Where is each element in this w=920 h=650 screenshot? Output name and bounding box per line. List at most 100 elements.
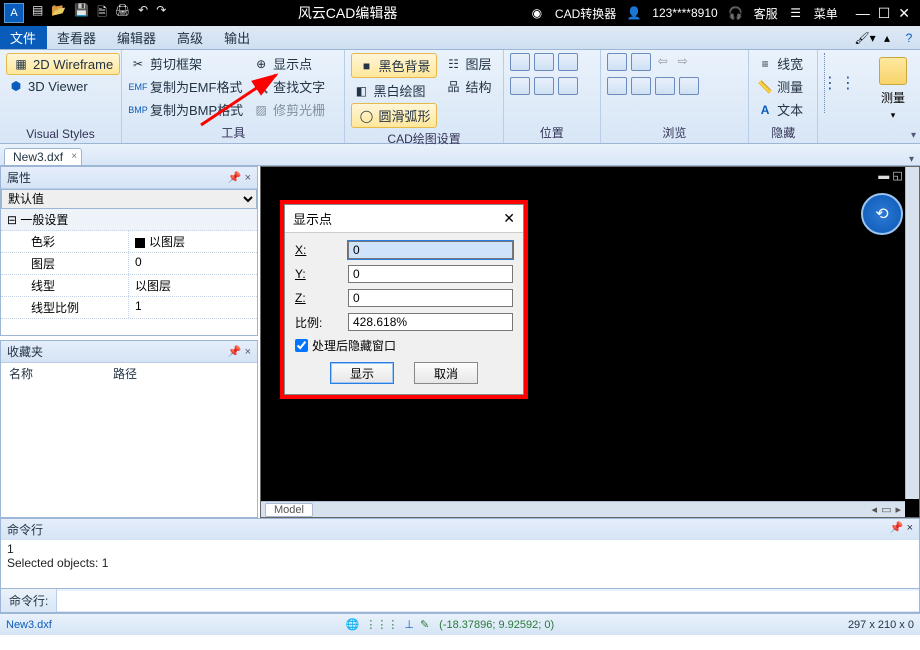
- support-label[interactable]: 客服: [754, 5, 778, 22]
- menu-icon[interactable]: ☰: [788, 5, 804, 21]
- maximize-button[interactable]: ☐: [878, 5, 891, 22]
- structure-icon: 品: [445, 79, 461, 95]
- open-icon[interactable]: 📂: [51, 3, 66, 24]
- cmd-measure[interactable]: 📏测量: [755, 76, 805, 97]
- viewcube-button[interactable]: ⟲: [861, 193, 903, 235]
- show-button[interactable]: 显示: [330, 362, 394, 384]
- group-tools: 工具: [128, 122, 338, 141]
- user-label: 123****8910: [652, 6, 717, 20]
- properties-preset-select[interactable]: 默认值: [1, 189, 257, 209]
- input-z[interactable]: [348, 289, 513, 307]
- style-dropdown-icon[interactable]: 🖌▾: [854, 26, 876, 49]
- zoom-window-icon[interactable]: [510, 53, 530, 71]
- checkbox-hide-after[interactable]: [295, 339, 308, 352]
- pin-icon[interactable]: 📌 ×: [228, 171, 251, 184]
- tab-close-icon[interactable]: ×: [71, 151, 77, 162]
- cmd-black-bg[interactable]: ■黑色背景: [351, 53, 437, 78]
- input-x[interactable]: [348, 241, 513, 259]
- vertical-scrollbar[interactable]: [905, 167, 919, 499]
- measure-big-icon: [879, 57, 907, 85]
- status-globe-icon[interactable]: 🌐: [346, 618, 360, 631]
- hscroll-right-icon[interactable]: ▸: [895, 503, 901, 516]
- zoom-realtime-icon[interactable]: [558, 77, 578, 95]
- app-icon[interactable]: A: [4, 3, 24, 23]
- cmd-copy-emf[interactable]: EMF复制为EMF格式: [128, 76, 245, 97]
- status-ortho-icon[interactable]: ⊥: [404, 618, 414, 631]
- nav-orbit-icon[interactable]: [607, 77, 627, 95]
- menu-label[interactable]: 菜单: [814, 5, 838, 22]
- hscroll-track[interactable]: ▭: [881, 503, 891, 516]
- ribbon: ▦2D Wireframe ⬢3D Viewer Visual Styles ✂…: [0, 50, 920, 144]
- status-snap-icon[interactable]: ✎: [420, 618, 429, 631]
- props-section: ⊟ 一般设置: [7, 213, 68, 227]
- print-icon[interactable]: 🖨: [115, 3, 130, 24]
- search-icon: 🔍: [253, 79, 269, 95]
- menu-tab-viewer[interactable]: 查看器: [47, 26, 107, 49]
- prop-linetype-value[interactable]: 以图层: [129, 275, 257, 296]
- prop-color-value[interactable]: 以图层: [129, 231, 257, 252]
- cmd-layers[interactable]: ☷图层: [443, 53, 493, 74]
- nav-pan-icon[interactable]: [631, 53, 651, 71]
- hscroll-left-icon[interactable]: ◂: [872, 503, 878, 516]
- dialog-close-icon[interactable]: ✕: [503, 210, 515, 227]
- command-log[interactable]: 1 Selected objects: 1: [1, 540, 919, 588]
- cmd-3d-viewer[interactable]: ⬢3D Viewer: [6, 77, 120, 95]
- menu-tab-file[interactable]: 文件: [0, 26, 47, 49]
- cmd-show-point[interactable]: ⊕显示点: [251, 53, 327, 74]
- convert-label[interactable]: CAD转换器: [555, 5, 616, 22]
- user-icon[interactable]: 👤: [626, 5, 642, 21]
- model-tab[interactable]: Model: [265, 503, 313, 517]
- redo-icon[interactable]: ↷: [156, 3, 166, 24]
- zoom-out-icon[interactable]: [510, 77, 530, 95]
- input-y[interactable]: [348, 265, 513, 283]
- cmd-2d-wireframe[interactable]: ▦2D Wireframe: [6, 53, 120, 75]
- cmd-smooth-arc[interactable]: ◯圆滑弧形: [351, 103, 437, 128]
- status-grid-icon[interactable]: ⋮⋮⋮: [365, 618, 398, 631]
- tabs-overflow-icon[interactable]: ▾: [903, 154, 920, 165]
- new-icon[interactable]: ▤: [32, 3, 43, 24]
- blackbg-icon: ■: [358, 58, 374, 74]
- undo-icon[interactable]: ↶: [138, 3, 148, 24]
- zoom-in-icon[interactable]: [558, 53, 578, 71]
- headset-icon[interactable]: 🎧: [728, 5, 744, 21]
- cmd-measure-big[interactable]: 测量 ▾: [872, 53, 914, 123]
- arrow-right-icon[interactable]: ⇨: [675, 53, 691, 69]
- pin-icon[interactable]: 📌 ×: [890, 521, 913, 538]
- convert-icon[interactable]: ◉: [529, 5, 545, 21]
- ribbon-minimize-icon[interactable]: ▴: [876, 26, 898, 49]
- document-tab[interactable]: New3.dxf ×: [4, 148, 82, 165]
- save-icon[interactable]: 💾: [74, 3, 89, 24]
- prop-linescale-value[interactable]: 1: [129, 297, 257, 318]
- bmp-icon: BMP: [130, 102, 146, 118]
- menu-tab-advanced[interactable]: 高级: [167, 26, 214, 49]
- nav-3d-icon[interactable]: [631, 77, 651, 95]
- menu-tab-output[interactable]: 输出: [214, 26, 261, 49]
- command-title: 命令行: [7, 521, 43, 538]
- nav-view-icon[interactable]: [655, 77, 675, 95]
- help-icon[interactable]: ?: [898, 26, 920, 49]
- command-input[interactable]: [57, 591, 919, 611]
- arrow-left-icon[interactable]: ⇦: [655, 53, 671, 69]
- minimize-button[interactable]: —: [856, 5, 870, 22]
- cmd-structure[interactable]: 品结构: [443, 76, 493, 97]
- status-filename: New3.dxf: [6, 619, 52, 631]
- prop-layer-value[interactable]: 0: [129, 253, 257, 274]
- nav-zoomfit-icon[interactable]: [607, 53, 627, 71]
- nav-home-icon[interactable]: [679, 77, 699, 95]
- saveas-icon[interactable]: 🗎: [97, 3, 107, 24]
- cmd-copy-bmp[interactable]: BMP复制为BMP格式: [128, 99, 245, 120]
- zoom-extents-icon[interactable]: [534, 53, 554, 71]
- input-scale[interactable]: [348, 313, 513, 331]
- cmd-linewidth[interactable]: ≡线宽: [755, 53, 805, 74]
- ribbon-expand-icon[interactable]: ▾: [911, 130, 916, 141]
- status-dimensions: 297 x 210 x 0: [848, 619, 914, 631]
- pin-icon[interactable]: 📌 ×: [228, 345, 251, 358]
- menu-tab-editor[interactable]: 编辑器: [107, 26, 167, 49]
- cmd-text[interactable]: A文本: [755, 99, 805, 120]
- zoom-prev-icon[interactable]: [534, 77, 554, 95]
- cmd-find-text[interactable]: 🔍查找文字: [251, 76, 327, 97]
- cmd-clip-frame[interactable]: ✂剪切框架: [128, 53, 245, 74]
- cancel-button[interactable]: 取消: [414, 362, 478, 384]
- close-button[interactable]: ✕: [898, 5, 910, 22]
- cmd-bw-draw[interactable]: ◧黑白绘图: [351, 80, 437, 101]
